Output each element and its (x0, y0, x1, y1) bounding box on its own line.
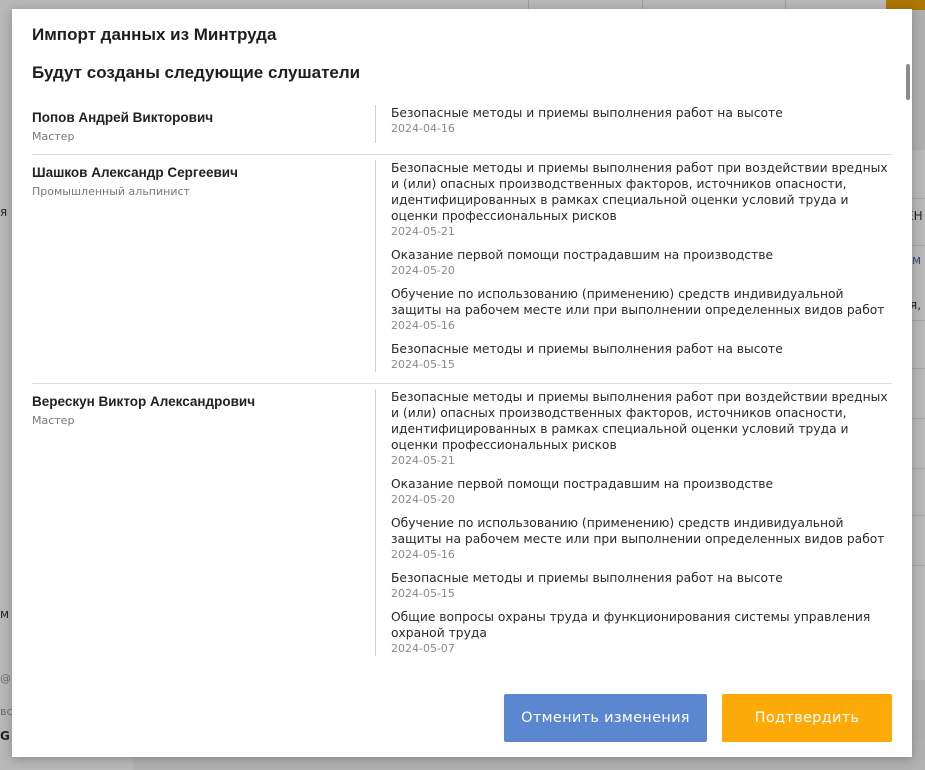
listener-name: Попов Андрей Викторович (32, 110, 214, 125)
course-date: 2024-05-16 (391, 548, 455, 561)
listener-name: Верескун Виктор Александрович (32, 394, 256, 409)
listeners-list[interactable]: Попов Андрей Викторович Мастер Безопасные … (32, 100, 892, 686)
course-title: Оказание первой помощи пострадавшим на п… (391, 477, 774, 491)
listener-row: Попов Андрей Викторович Мастер Безопасные … (32, 100, 892, 155)
course-item: Обучение по использованию (применению) с… (391, 286, 892, 333)
course-title: Безопасные методы и приемы выполнения ра… (391, 390, 888, 452)
course-date: 2024-05-07 (391, 642, 455, 655)
listener-position: Мастер (32, 414, 75, 427)
course-title: Обучение по использованию (применению) с… (391, 516, 885, 546)
listener-info: Верескун Виктор Александрович Мастер (32, 389, 375, 656)
course-item: Оказание первой помощи пострадавшим на п… (391, 247, 892, 278)
listener-info: Попов Андрей Викторович Мастер (32, 105, 375, 143)
course-item: Безопасные методы и приемы выполнения ра… (391, 105, 892, 136)
course-title: Обучение по использованию (применению) с… (391, 287, 885, 317)
course-date: 2024-04-16 (391, 122, 455, 135)
course-item: Обучение по использованию (применению) с… (391, 515, 892, 562)
course-title: Безопасные методы и приемы выполнения ра… (391, 571, 783, 585)
dialog-title: Импорт данных из Минтруда (32, 25, 277, 44)
course-title: Общие вопросы охраны труда и функциониро… (391, 610, 871, 640)
listener-row: Шашков Александр Сергеевич Промышленный а… (32, 155, 892, 384)
course-list: Безопасные методы и приемы выполнения ра… (375, 160, 892, 372)
listener-position: Промышленный альпинист (32, 185, 190, 198)
course-item: Безопасные методы и приемы выполнения ра… (391, 570, 892, 601)
course-date: 2024-05-15 (391, 587, 455, 600)
course-date: 2024-05-21 (391, 454, 455, 467)
course-title: Безопасные методы и приемы выполнения ра… (391, 161, 888, 223)
course-list: Безопасные методы и приемы выполнения ра… (375, 389, 892, 656)
course-title: Безопасные методы и приемы выполнения ра… (391, 342, 783, 356)
import-dialog: Импорт данных из Минтруда Будут созданы … (12, 9, 912, 757)
course-date: 2024-05-20 (391, 493, 455, 506)
course-item: Безопасные методы и приемы выполнения ра… (391, 341, 892, 372)
course-item: Безопасные методы и приемы выполнения ра… (391, 160, 892, 239)
scrollbar[interactable] (905, 61, 911, 681)
scrollbar-thumb[interactable] (906, 64, 910, 100)
course-date: 2024-05-21 (391, 225, 455, 238)
course-item: Оказание первой помощи пострадавшим на п… (391, 476, 892, 507)
listener-name: Шашков Александр Сергеевич (32, 165, 238, 180)
section-title: Будут созданы следующие слушатели (32, 63, 361, 82)
course-item: Безопасные методы и приемы выполнения ра… (391, 389, 892, 468)
course-title: Оказание первой помощи пострадавшим на п… (391, 248, 774, 262)
course-date: 2024-05-16 (391, 319, 455, 332)
course-item: Общие вопросы охраны труда и функциониро… (391, 609, 892, 656)
listener-info: Шашков Александр Сергеевич Промышленный а… (32, 160, 375, 372)
listener-row: Верескун Виктор Александрович Мастер Безоп… (32, 384, 892, 667)
course-date: 2024-05-15 (391, 358, 455, 371)
course-list: Безопасные методы и приемы выполнения ра… (375, 105, 892, 143)
course-date: 2024-05-20 (391, 264, 455, 277)
confirm-button[interactable]: Подтвердить (722, 694, 892, 742)
listener-position: Мастер (32, 130, 75, 143)
cancel-changes-button[interactable]: Отменить изменения (504, 694, 707, 742)
course-title: Безопасные методы и приемы выполнения ра… (391, 106, 783, 120)
